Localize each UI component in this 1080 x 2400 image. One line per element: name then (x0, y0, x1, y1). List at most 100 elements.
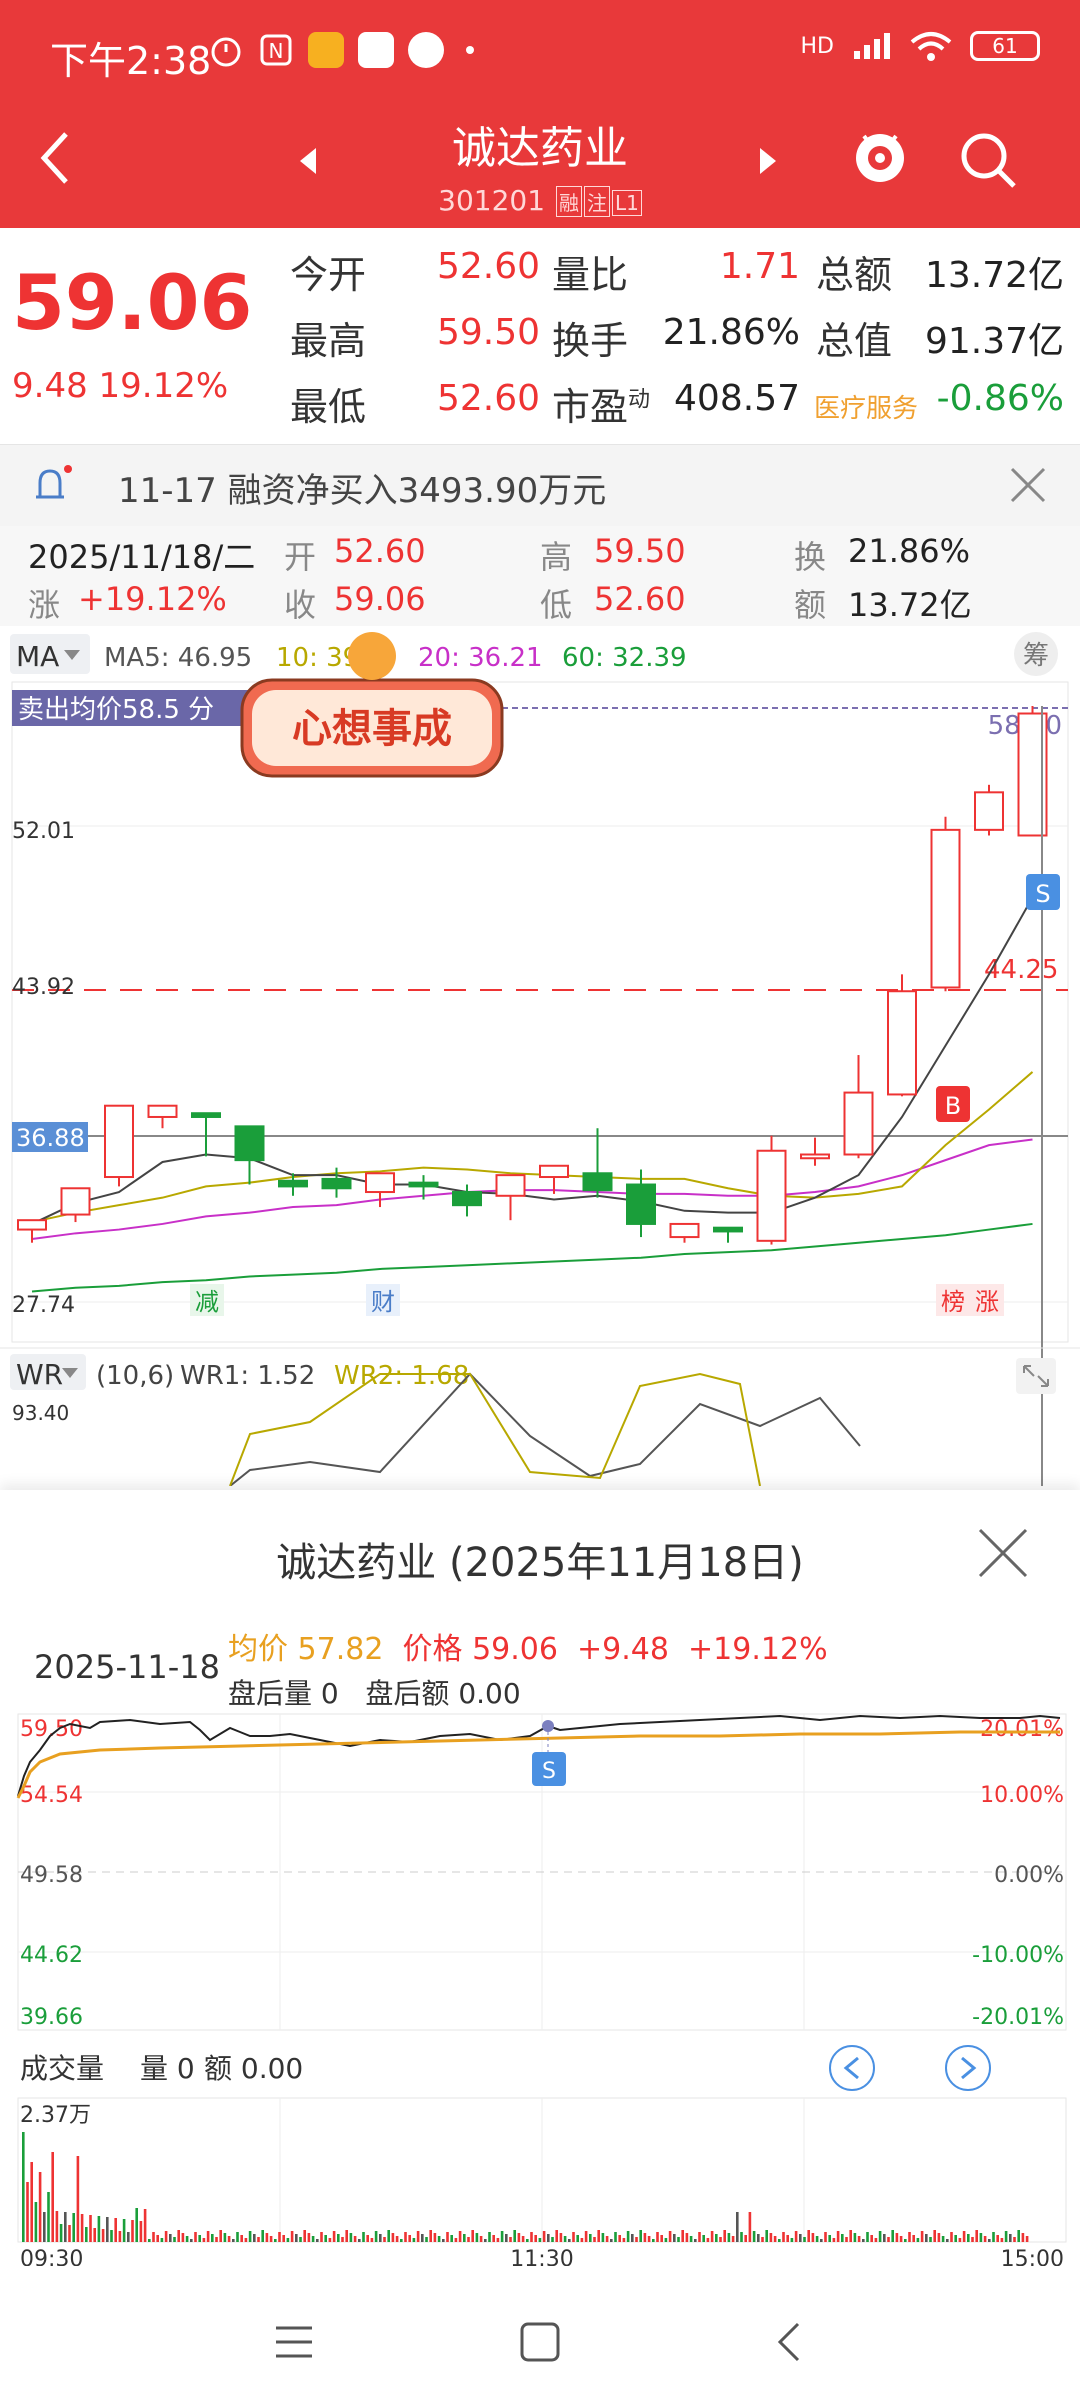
notice-bar[interactable]: 11-17 融资净买入3493.90万元 (0, 444, 1080, 527)
volume-bar (807, 2230, 810, 2242)
y-right-1: 20.01% (980, 1717, 1064, 1742)
wr2-value: WR2: 1.68 (334, 1361, 469, 1391)
volume-bar (64, 2212, 67, 2242)
volume-bar (857, 2236, 861, 2242)
volume-bar (681, 2230, 684, 2242)
volume-bar (660, 2235, 663, 2242)
volume-bar (135, 2208, 138, 2242)
system-nav-bar (0, 2290, 1080, 2400)
volume-bar (110, 2230, 113, 2242)
volume-bar (311, 2236, 315, 2242)
volume-bar (76, 2156, 80, 2242)
volume-bar (706, 2238, 710, 2242)
next-stock-icon[interactable] (756, 146, 780, 176)
volume-title: 成交量 (20, 2052, 104, 2085)
menu-icon[interactable] (272, 2322, 316, 2362)
volume-bar (988, 2239, 991, 2242)
volume-bar (181, 2233, 185, 2242)
volume-bar (80, 2214, 84, 2242)
volume-bar (677, 2237, 680, 2242)
prev-page-button[interactable] (829, 2045, 875, 2091)
volume-bar (400, 2239, 403, 2242)
volume-bar (954, 2235, 957, 2242)
home-icon[interactable] (518, 2320, 562, 2364)
candle (843, 1091, 874, 1156)
network-type: HD (800, 33, 834, 59)
back-nav-icon[interactable] (772, 2320, 808, 2364)
assistant-icon[interactable] (850, 124, 910, 196)
ohlc-low: 52.60 (594, 580, 686, 618)
more-dot-icon (466, 46, 474, 54)
volume-bar (933, 2230, 936, 2242)
stock-name: 诚达药业 (452, 123, 628, 174)
candle (582, 1172, 613, 1192)
volume-bar (429, 2230, 432, 2242)
volume-bar (316, 2239, 319, 2242)
volume-bar (618, 2235, 621, 2242)
volume-bar (1013, 2237, 1016, 2242)
volume-bar (908, 2232, 911, 2242)
search-icon[interactable] (958, 130, 1018, 190)
axis-label-52: 52.01 (12, 819, 75, 844)
volume-bar (295, 2234, 298, 2242)
candle (626, 1183, 656, 1225)
volume-bar (358, 2239, 361, 2242)
volume-bar (975, 2230, 978, 2242)
volume-bar (710, 2231, 714, 2242)
close-panel-icon[interactable] (976, 1526, 1030, 1580)
volume-bar (1021, 2233, 1025, 2242)
cost-line-label: 44.25 (984, 955, 1058, 985)
volume-bar (614, 2232, 617, 2242)
sector-label[interactable]: 医疗服务 (814, 388, 918, 425)
alarm-icon (211, 37, 241, 67)
volume-bar (740, 2232, 743, 2242)
volume-bar (782, 2232, 785, 2242)
volume-bar (832, 2238, 836, 2242)
volume-bar (580, 2238, 584, 2242)
volume-bar (887, 2237, 890, 2242)
axis-label-27: 27.74 (12, 1293, 75, 1318)
next-page-button[interactable] (945, 2045, 991, 2091)
intraday-chart[interactable]: 59.50 54.54 49.58 44.62 39.66 20.01% 10.… (0, 1706, 1080, 2266)
volume-bar (639, 2230, 642, 2242)
high-value: 59.50 (436, 312, 540, 353)
ohlc-close-label: 收 (284, 586, 317, 624)
time-open: 09:30 (20, 2247, 83, 2266)
volume-bar (668, 2231, 672, 2242)
status-icons: N (208, 32, 474, 68)
volume-bar (173, 2237, 176, 2242)
ma60-value: 60: 32.39 (562, 643, 687, 673)
volume-bar (530, 2232, 533, 2242)
volume-bar (446, 2232, 449, 2242)
expand-icon[interactable] (1016, 1358, 1056, 1394)
volume-bar (551, 2237, 554, 2242)
volume-bar (748, 2212, 752, 2242)
volume-bar (265, 2233, 269, 2242)
time-close: 15:00 (1001, 2247, 1064, 2266)
volume-bar (68, 2225, 71, 2242)
volume-bar (257, 2237, 260, 2242)
volume-bar (261, 2230, 264, 2242)
sector-change[interactable]: -0.86% (920, 378, 1064, 419)
kline-chart[interactable]: MA MA5: 46.95 10: 39 20: 36.21 60: 32.39… (0, 626, 1080, 1486)
close-icon[interactable] (1008, 465, 1048, 505)
volume-bar (55, 2211, 59, 2242)
volume-bar (328, 2238, 332, 2242)
volume-bar (874, 2238, 878, 2242)
volume-bar (799, 2234, 802, 2242)
volume-bar (383, 2237, 386, 2242)
volume-bar (841, 2234, 844, 2242)
ohlc-change-label: 涨 (28, 586, 61, 624)
candle (800, 1153, 830, 1160)
volume-bar (421, 2234, 424, 2242)
event-tag-finance-label: 财 (371, 1288, 395, 1316)
candle (756, 1149, 787, 1242)
volume-bar (139, 2221, 143, 2242)
volume-bar (219, 2230, 222, 2242)
volume-bar (34, 2202, 38, 2242)
volume-bar (320, 2232, 323, 2242)
volume-bar (950, 2232, 953, 2242)
volume-bar (240, 2235, 243, 2242)
volume-bar (790, 2238, 794, 2242)
volume-bar (967, 2234, 970, 2242)
